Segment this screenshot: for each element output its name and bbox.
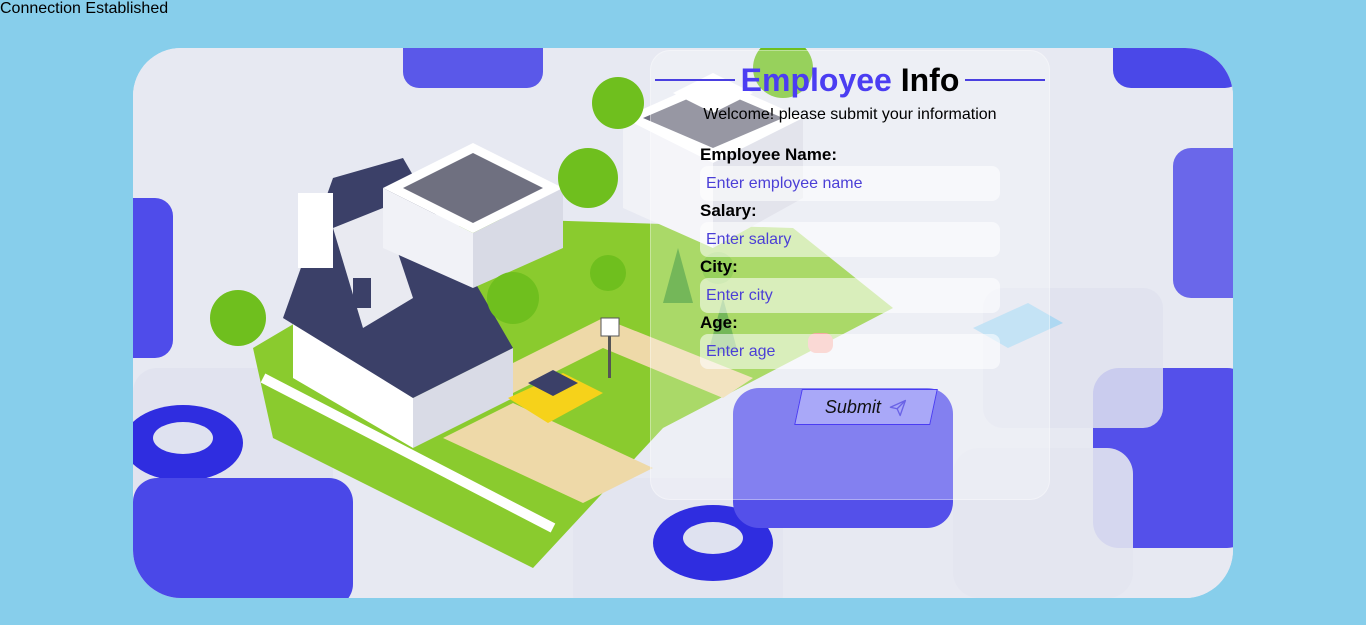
city-input[interactable]	[700, 278, 1000, 313]
connection-status: Connection Established	[0, 0, 169, 17]
form-subtitle: Welcome! please submit your information	[703, 106, 997, 123]
salary-label: Salary:	[700, 201, 757, 220]
submit-label: Submit	[824, 396, 882, 417]
age-input[interactable]	[700, 334, 1000, 369]
form-title-rest: Info	[900, 61, 960, 98]
paper-plane-icon	[889, 398, 907, 416]
age-label: Age:	[700, 313, 738, 332]
title-divider-right	[965, 79, 1046, 81]
form-title: Employee Info	[735, 62, 966, 99]
form-title-accent: Employee	[740, 61, 892, 98]
form-title-row: Employee Info	[655, 58, 1046, 102]
salary-input[interactable]	[700, 222, 1000, 257]
submit-button[interactable]: Submit	[794, 389, 938, 425]
employee-name-input[interactable]	[700, 166, 1000, 201]
employee-name-label: Employee Name:	[700, 145, 837, 164]
title-divider-left	[655, 79, 735, 81]
city-label: City:	[700, 257, 738, 276]
